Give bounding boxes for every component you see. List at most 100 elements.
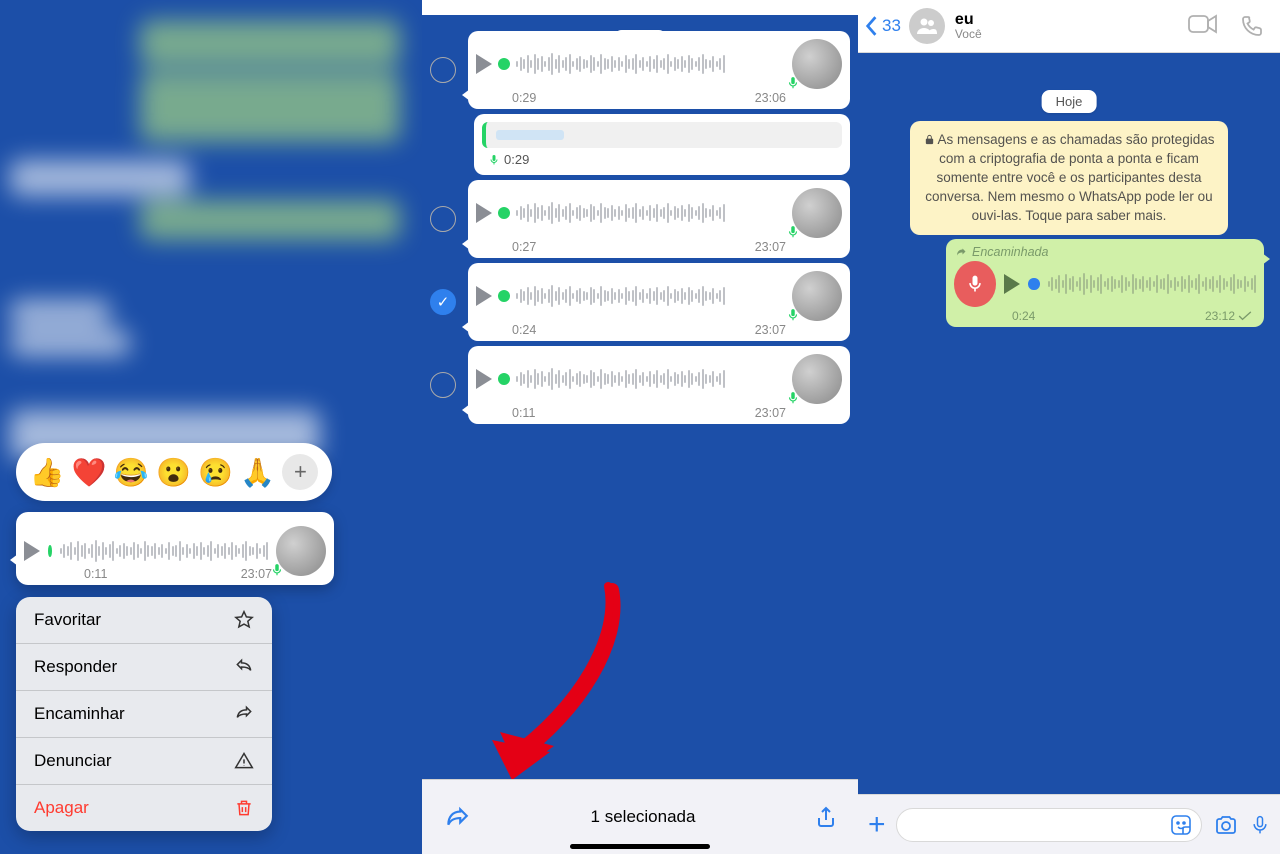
share-button[interactable] (814, 803, 838, 831)
context-menu: Favoritar Responder Encaminhar Denunciar… (16, 597, 272, 831)
message-row-selected[interactable]: ✓ 0:24 23:07 (430, 263, 850, 341)
play-icon[interactable] (476, 54, 492, 74)
waveform (516, 201, 786, 225)
mic-icon (270, 563, 284, 577)
playhead-dot (498, 373, 510, 385)
reaction-bar: 👍 ❤️ 😂 😮 😢 🙏 + (16, 443, 332, 501)
back-button[interactable] (864, 15, 878, 37)
reaction-sad[interactable]: 😢 (198, 456, 233, 489)
play-icon[interactable] (476, 286, 492, 306)
composer-bar: + (858, 794, 1280, 854)
reply-icon (234, 657, 254, 677)
attach-button[interactable]: + (868, 808, 886, 842)
reaction-pray[interactable]: 🙏 (240, 456, 275, 489)
contact-info[interactable]: eu Você (955, 11, 982, 42)
play-icon[interactable] (1004, 274, 1020, 294)
warning-icon (234, 751, 254, 771)
playhead-dot (498, 290, 510, 302)
voice-timestamp-status: 23:12 (1205, 309, 1252, 323)
contact-subtitle: Você (955, 28, 982, 41)
reaction-add-icon[interactable]: + (282, 454, 318, 490)
voice-timestamp: 23:07 (755, 323, 786, 337)
reaction-heart[interactable]: ❤️ (72, 456, 107, 489)
sticker-icon[interactable] (1169, 813, 1193, 837)
selection-toolbar: 1 selecionada (422, 779, 858, 854)
selected-count: 1 selecionada (591, 807, 696, 827)
video-call-icon[interactable] (1188, 14, 1218, 34)
sender-avatar (792, 354, 842, 404)
recorder-avatar (954, 261, 996, 307)
sender-avatar (792, 39, 842, 89)
waveform (1048, 272, 1257, 296)
reaction-thumbs-up[interactable]: 👍 (30, 456, 65, 489)
message-list: 0:29 23:06 0:29 0:2723:07 (422, 26, 858, 779)
voice-bubble[interactable]: 0:29 23:06 (468, 31, 850, 109)
playhead-dot (498, 58, 510, 70)
mic-icon (786, 76, 800, 90)
voice-bubble[interactable]: 0:1123:07 (468, 346, 850, 424)
reaction-laugh[interactable]: 😂 (114, 456, 149, 489)
forward-icon (234, 704, 254, 724)
forwarded-voice-bubble[interactable]: Encaminhada 0:24 23:12 (946, 239, 1264, 327)
contact-name: eu (955, 11, 982, 29)
panel-selection-mode: Hoje 0:2923:06 0:29 (422, 0, 858, 854)
mic-icon (786, 391, 800, 405)
waveform (60, 539, 269, 563)
waveform (516, 52, 786, 76)
playhead-dot (498, 207, 510, 219)
menu-favorite-label: Favoritar (34, 610, 101, 630)
voice-duration: 0:24 (1012, 309, 1035, 323)
back-count-badge[interactable]: 33 (882, 16, 901, 36)
forwarded-icon (954, 246, 968, 258)
waveform (516, 367, 786, 391)
mic-icon (965, 274, 985, 294)
selection-circle-checked[interactable]: ✓ (430, 289, 456, 315)
playhead-dot (1028, 278, 1039, 290)
trash-icon (234, 798, 254, 818)
voice-duration: 0:24 (512, 323, 536, 337)
selection-circle[interactable] (430, 57, 456, 83)
voice-duration: 0:29 (512, 91, 536, 105)
voice-duration: 0:11 (84, 567, 107, 581)
voice-timestamp: 23:06 (755, 91, 786, 105)
message-row[interactable]: 0:29 23:06 (430, 31, 850, 109)
star-icon (234, 610, 254, 630)
mic-button[interactable] (1250, 811, 1270, 839)
play-icon[interactable] (476, 369, 492, 389)
voice-timestamp: 23:07 (755, 240, 786, 254)
camera-icon[interactable] (1212, 813, 1240, 837)
encryption-notice[interactable]: As mensagens e as chamadas são protegida… (910, 121, 1228, 235)
menu-delete[interactable]: Apagar (16, 785, 272, 831)
selection-circle[interactable] (430, 206, 456, 232)
message-row[interactable]: 0:2723:07 (430, 180, 850, 258)
quoted-duration: 0:29 (504, 152, 529, 167)
mic-icon (488, 154, 500, 166)
sender-avatar (792, 188, 842, 238)
reply-quote-bubble[interactable]: 0:29 (474, 114, 850, 175)
play-icon[interactable] (24, 541, 40, 561)
voice-bubble[interactable]: 0:24 23:07 (468, 263, 850, 341)
chat-header: 33 eu Você (858, 0, 1280, 53)
playhead-dot (48, 545, 52, 557)
forward-button[interactable] (442, 804, 472, 830)
sender-avatar (792, 271, 842, 321)
voice-call-icon[interactable] (1240, 14, 1264, 38)
reaction-wow[interactable]: 😮 (156, 456, 191, 489)
mic-icon (786, 308, 800, 322)
menu-forward[interactable]: Encaminhar (16, 691, 272, 738)
quoted-name-placeholder (496, 130, 564, 140)
play-icon[interactable] (476, 203, 492, 223)
message-input[interactable] (896, 808, 1202, 842)
sent-check-icon (1238, 311, 1252, 321)
voice-timestamp: 23:07 (241, 567, 272, 581)
selected-voice-message[interactable]: 0:11 23:07 (16, 512, 334, 585)
panel-forwarded-chat: 33 eu Você Hoje As mensagens e as chamad… (858, 0, 1280, 854)
selection-circle[interactable] (430, 372, 456, 398)
menu-reply[interactable]: Responder (16, 644, 272, 691)
menu-report[interactable]: Denunciar (16, 738, 272, 785)
message-row[interactable]: 0:1123:07 (430, 346, 850, 424)
menu-favorite[interactable]: Favoritar (16, 597, 272, 644)
voice-bubble[interactable]: 0:2723:07 (468, 180, 850, 258)
contact-avatar[interactable] (909, 8, 945, 44)
date-pill: Hoje (1042, 90, 1097, 113)
